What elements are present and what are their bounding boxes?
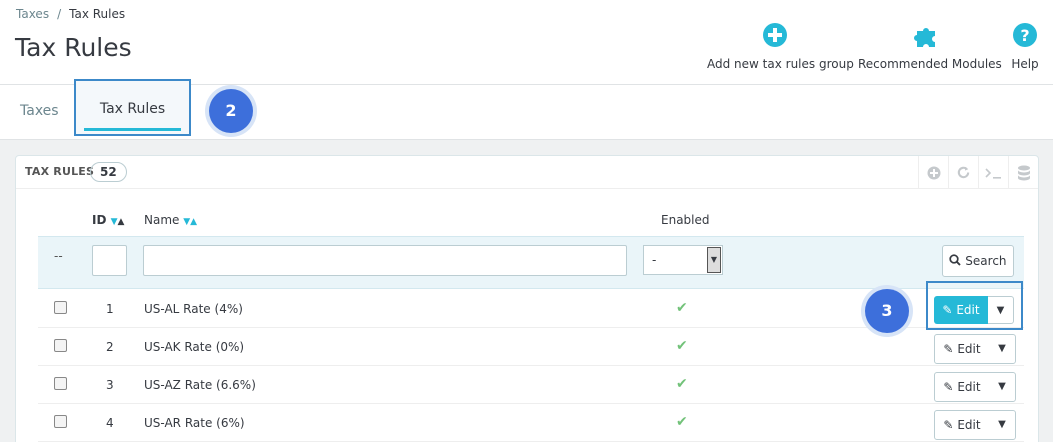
- caret-down-icon: ▼: [998, 419, 1006, 430]
- row-name: US-AK Rate (0%): [144, 340, 245, 354]
- add-tax-rules-group-label: Add new tax rules group: [707, 57, 854, 71]
- pencil-icon: ✎: [943, 380, 954, 394]
- puzzle-icon: [914, 28, 935, 47]
- active-tab-underline: [84, 128, 181, 131]
- row-checkbox[interactable]: [54, 377, 67, 390]
- recommended-modules-label: Recommended Modules: [858, 57, 1002, 71]
- search-icon: [949, 254, 962, 266]
- edit-highlight-frame: [926, 281, 1023, 330]
- edit-button[interactable]: ✎ Edit: [935, 373, 989, 401]
- add-tax-rules-group-button[interactable]: Add new tax rules group: [707, 22, 854, 71]
- filter-row: -- - ▼ Search: [38, 236, 1024, 289]
- chevron-down-icon: ▼: [707, 247, 721, 273]
- edit-label: Edit: [957, 418, 981, 432]
- tab-tax-rules[interactable]: Tax Rules: [74, 79, 191, 136]
- row-actions: ✎ Edit ▼: [934, 334, 1016, 364]
- enabled-check-icon[interactable]: ✔: [676, 414, 688, 430]
- enabled-check-icon[interactable]: ✔: [676, 338, 688, 354]
- row-checkbox[interactable]: [54, 301, 67, 314]
- row-actions-dropdown[interactable]: ▼: [989, 373, 1015, 401]
- edit-label: Edit: [957, 342, 981, 356]
- row-actions: ✎ Edit ▼: [934, 410, 1016, 440]
- filter-name-input[interactable]: [143, 245, 627, 276]
- tab-tax-rules-label: Tax Rules: [99, 101, 166, 117]
- step-badge-3: 3: [865, 289, 909, 333]
- row-actions: ✎ Edit ▼: [934, 372, 1016, 402]
- sort-asc-icon[interactable]: ▲: [190, 217, 197, 227]
- column-header-name[interactable]: Name ▼▲: [144, 213, 197, 227]
- column-header-enabled: Enabled: [661, 213, 710, 227]
- panel-title: TAX RULES: [25, 165, 95, 178]
- page-title: Tax Rules: [15, 33, 132, 62]
- pencil-icon: ✎: [943, 342, 954, 356]
- refresh-icon[interactable]: [948, 156, 978, 189]
- help-label: Help: [1011, 57, 1039, 71]
- row-id: 4: [106, 416, 114, 430]
- filter-id-input[interactable]: [92, 245, 127, 276]
- table-row: 2 US-AK Rate (0%) ✔ ✎ Edit ▼: [38, 328, 1024, 366]
- step-badge-2: 2: [209, 89, 253, 133]
- row-id: 3: [106, 378, 114, 392]
- row-actions-dropdown[interactable]: ▼: [989, 335, 1015, 363]
- svg-text:?: ?: [1020, 26, 1029, 45]
- caret-down-icon: ▼: [998, 381, 1006, 392]
- filter-enabled-select[interactable]: - ▼: [643, 245, 723, 275]
- column-header-name-label: Name: [144, 213, 180, 227]
- panel-heading: TAX RULES 52: [16, 156, 1038, 189]
- recommended-modules-button[interactable]: Recommended Modules: [858, 22, 1002, 71]
- edit-button[interactable]: ✎ Edit: [935, 411, 989, 439]
- panel-tools: [918, 156, 1038, 189]
- tab-taxes[interactable]: Taxes: [20, 85, 59, 139]
- tab-bar: Taxes Tax Rules: [0, 79, 1053, 140]
- enabled-check-icon[interactable]: ✔: [676, 376, 688, 392]
- search-button[interactable]: Search: [942, 245, 1014, 277]
- filter-enabled-value: -: [652, 253, 657, 267]
- breadcrumb: Taxes / Tax Rules: [16, 7, 125, 21]
- column-header-id[interactable]: ID ▼▲: [92, 213, 124, 227]
- row-checkbox[interactable]: [54, 339, 67, 352]
- database-export-icon[interactable]: [1008, 156, 1038, 189]
- row-id: 1: [106, 302, 114, 316]
- count-badge: 52: [90, 162, 127, 182]
- column-header-id-label: ID: [92, 213, 107, 227]
- edit-label: Edit: [957, 380, 981, 394]
- help-button[interactable]: ? Help: [1010, 22, 1040, 71]
- caret-down-icon: ▼: [998, 343, 1006, 354]
- row-checkbox[interactable]: [54, 415, 67, 428]
- filter-placeholder-dash: --: [54, 249, 63, 263]
- sort-asc-icon[interactable]: ▲: [118, 217, 125, 227]
- breadcrumb-parent-link[interactable]: Taxes: [16, 7, 49, 21]
- sort-desc-icon[interactable]: ▼: [111, 217, 118, 227]
- add-new-icon[interactable]: [918, 156, 948, 189]
- search-button-label: Search: [965, 254, 1007, 268]
- sql-query-icon[interactable]: [978, 156, 1008, 189]
- row-name: US-AZ Rate (6.6%): [144, 378, 256, 392]
- table-row: 3 US-AZ Rate (6.6%) ✔ ✎ Edit ▼: [38, 366, 1024, 404]
- help-circle-icon: ?: [1013, 23, 1037, 47]
- plus-circle-icon: [763, 23, 787, 47]
- breadcrumb-separator: /: [57, 7, 62, 21]
- enabled-check-icon[interactable]: ✔: [676, 300, 688, 316]
- row-name: US-AL Rate (4%): [144, 302, 243, 316]
- edit-button[interactable]: ✎ Edit: [935, 335, 989, 363]
- row-actions-dropdown[interactable]: ▼: [989, 411, 1015, 439]
- pencil-icon: ✎: [943, 418, 954, 432]
- table-row: 4 US-AR Rate (6%) ✔ ✎ Edit ▼: [38, 404, 1024, 442]
- breadcrumb-current: Tax Rules: [69, 7, 126, 21]
- row-name: US-AR Rate (6%): [144, 416, 245, 430]
- row-id: 2: [106, 340, 114, 354]
- page-header: Taxes / Tax Rules Tax Rules Add new tax ru…: [0, 0, 1053, 85]
